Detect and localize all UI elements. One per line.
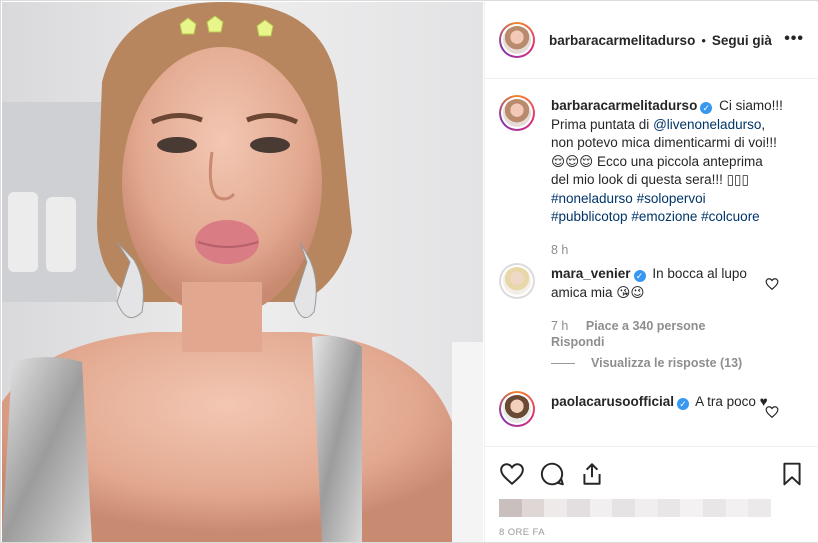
hashtag[interactable]: #colcuore: [701, 209, 760, 224]
hashtag[interactable]: #pubblicotop: [551, 209, 628, 224]
post-actions: 8 ORE FA: [485, 446, 818, 543]
comment-text: A tra poco ♥: [695, 394, 768, 409]
comment-time[interactable]: 7 h: [551, 319, 568, 333]
post-header: barbaracarmelitadurso • Segui già •••: [485, 2, 818, 79]
follow-button[interactable]: Segui già: [712, 33, 772, 48]
author-username[interactable]: barbaracarmelitadurso: [549, 33, 695, 48]
heart-icon[interactable]: [765, 277, 779, 291]
comment-username[interactable]: mara_venier: [551, 266, 631, 281]
verified-icon: ✓: [633, 270, 646, 282]
comment-likes[interactable]: Piace a 340 persone: [586, 319, 706, 333]
view-replies-label[interactable]: Visualizza le risposte (13): [591, 356, 742, 370]
author-avatar[interactable]: [499, 22, 535, 58]
caption-avatar[interactable]: [499, 95, 535, 131]
bookmark-icon[interactable]: [779, 461, 805, 487]
comment-meta: 7 h Piace a 340 persone Rispondi: [551, 319, 705, 349]
hashtag[interactable]: #noneladurso: [551, 191, 633, 206]
caption-time[interactable]: 8 h: [551, 241, 783, 260]
comment-avatar[interactable]: [499, 263, 535, 299]
reply-button[interactable]: Rispondi: [551, 335, 705, 349]
verified-icon: ✓: [700, 102, 713, 114]
comment-avatar[interactable]: [499, 391, 535, 427]
replies-line: [551, 362, 575, 364]
more-options-icon[interactable]: •••: [784, 30, 804, 48]
verified-icon: ✓: [677, 398, 690, 410]
separator-dot: •: [701, 32, 706, 48]
caption-mention[interactable]: @livenoneladurso: [653, 117, 761, 132]
post-side-panel: barbaracarmelitadurso • Segui già ••• ba…: [484, 2, 818, 542]
view-replies[interactable]: Visualizza le risposte (13): [551, 356, 742, 370]
post-photo[interactable]: [2, 2, 483, 542]
hashtag[interactable]: #solopervoi: [637, 191, 706, 206]
heart-icon[interactable]: [499, 461, 525, 487]
comments-list: barbaracarmelitadurso ✓ Ci siamo!!! Prima…: [485, 79, 818, 446]
comment-username[interactable]: paolacarusoofficial: [551, 394, 674, 409]
post-dialog: barbaracarmelitadurso • Segui già ••• ba…: [0, 0, 818, 543]
hashtag[interactable]: #emozione: [631, 209, 697, 224]
comment-icon[interactable]: [539, 461, 565, 487]
heart-icon[interactable]: [765, 405, 779, 419]
caption-username[interactable]: barbaracarmelitadurso: [551, 98, 697, 113]
photo-illustration: [2, 2, 483, 542]
share-icon[interactable]: [579, 461, 605, 487]
post-time-ago[interactable]: 8 ORE FA: [499, 527, 545, 538]
likes-summary-obscured: [499, 499, 772, 517]
